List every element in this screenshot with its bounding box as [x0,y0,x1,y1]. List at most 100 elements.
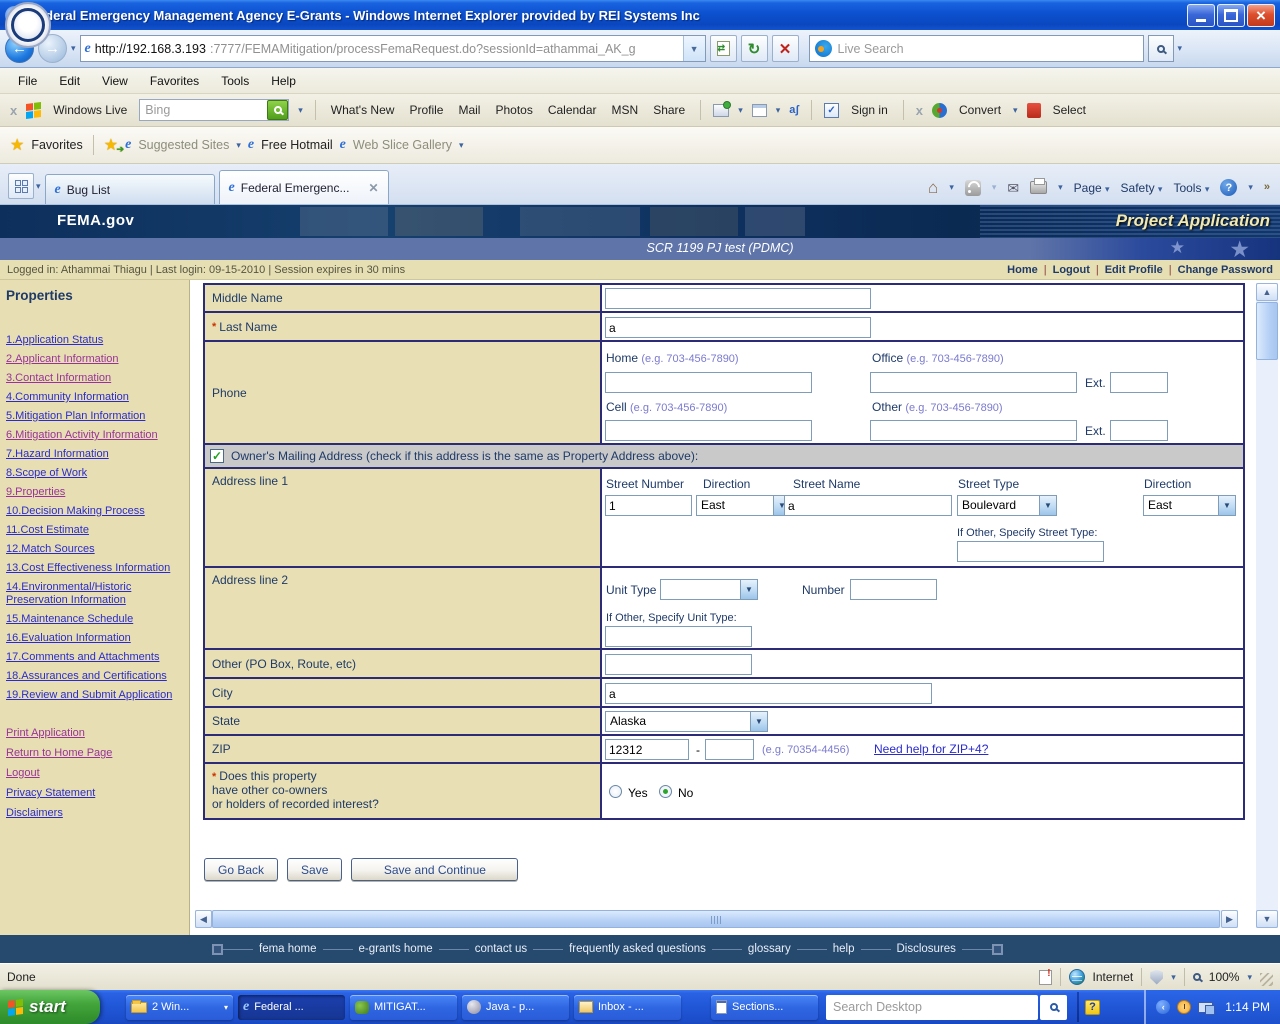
sidebar-link-privacy-statement[interactable]: Privacy Statement [6,787,184,800]
tab-list-dropdown-icon[interactable] [36,181,41,192]
sidebar-item-application-status[interactable]: 1.Application Status [6,334,184,347]
taskbar-item-mitigat[interactable]: MITIGAT... [350,995,457,1020]
header-link-home[interactable]: Home [1007,264,1038,276]
street-number-input[interactable] [605,495,692,516]
horizontal-scrollbar[interactable] [195,910,1238,928]
sign-in-link[interactable]: Sign in [848,103,891,117]
print-dropdown-icon[interactable] [1058,182,1063,193]
live-msn[interactable]: MSN [609,103,642,117]
grid-dropdown-icon[interactable] [776,105,781,116]
sidebar-item-hazard-information[interactable]: 7.Hazard Information [6,448,184,461]
tray-network-icon[interactable] [1198,1002,1213,1013]
middle-name-input[interactable] [605,288,871,309]
taskbar-item-inbox[interactable]: Inbox - ... [574,995,681,1020]
tab-close-icon[interactable] [368,181,378,195]
toolbar-close-icon[interactable] [916,103,923,118]
sidebar-item-scope-of-work[interactable]: 8.Scope of Work [6,467,184,480]
menu-view[interactable]: View [92,71,138,91]
if-other-street-type-input[interactable] [957,541,1104,562]
save-and-continue-button[interactable]: Save and Continue [351,858,518,881]
other-po-box-input[interactable] [605,654,752,675]
menu-help[interactable]: Help [261,71,306,91]
history-dropdown-icon[interactable] [71,43,76,54]
bing-dropdown-icon[interactable] [298,105,303,116]
sidebar-item-properties[interactable]: 9.Properties [6,486,184,499]
scroll-up-button[interactable] [1256,283,1278,301]
photo-dropdown-icon[interactable] [738,105,743,116]
sidebar-item-decision-making-process[interactable]: 10.Decision Making Process [6,505,184,518]
live-whats-new[interactable]: What's New [328,103,398,117]
coowners-no-radio[interactable] [659,785,672,798]
sidebar-item-mitigation-activity-information[interactable]: 6.Mitigation Activity Information [6,429,184,442]
sidebar-link-disclaimers[interactable]: Disclaimers [6,807,184,820]
desktop-search-button[interactable] [1040,995,1067,1020]
toolbar-close-icon[interactable] [10,103,17,118]
sidebar-link-return-home[interactable]: Return to Home Page [6,747,184,760]
convert-dropdown-icon[interactable] [1013,105,1018,116]
url-box[interactable]: http://192.168.3.193 :7777/FEMAMitigatio… [80,35,706,62]
help-icon[interactable] [1220,179,1237,196]
sidebar-link-print-application[interactable]: Print Application [6,727,184,740]
other-phone-input[interactable] [870,420,1077,441]
menu-favorites[interactable]: Favorites [140,71,209,91]
mailing-address-checkbox[interactable] [210,449,224,463]
taskbar-clock[interactable]: 1:14 PM [1225,1000,1270,1014]
page-menu-button[interactable]: Page [1074,181,1110,195]
add-favorite-icon[interactable] [104,135,118,155]
zip-input[interactable] [605,739,689,760]
sidebar-item-mitigation-plan-information[interactable]: 5.Mitigation Plan Information [6,410,184,423]
toolbar-overflow-icon[interactable] [1264,181,1270,193]
read-mail-icon[interactable] [1007,181,1019,195]
bing-go-button[interactable] [267,100,288,120]
protected-mode-icon[interactable] [1150,970,1163,985]
scroll-right-button[interactable] [1221,910,1238,928]
sidebar-link-logout[interactable]: Logout [6,767,184,780]
photo-pin-icon[interactable] [713,104,729,117]
tray-collapse-icon[interactable] [1156,1000,1170,1014]
sidebar-item-match-sources[interactable]: 12.Match Sources [6,543,184,556]
footer-link-faq[interactable]: frequently asked questions [563,943,712,955]
sidebar-item-contact-information[interactable]: 3.Contact Information [6,372,184,385]
city-input[interactable] [605,683,932,704]
menu-edit[interactable]: Edit [49,71,90,91]
menu-file[interactable]: File [8,71,47,91]
live-mail[interactable]: Mail [455,103,483,117]
footer-link-egrants-home[interactable]: e-grants home [353,943,439,955]
cell-phone-input[interactable] [605,420,812,441]
suggested-sites-link[interactable]: Suggested Sites [138,138,229,152]
rss-feed-icon[interactable] [965,180,981,196]
start-button[interactable]: start [0,990,100,1024]
go-back-button[interactable]: Go Back [204,858,278,881]
menu-tools[interactable]: Tools [211,71,259,91]
live-share[interactable]: Share [650,103,688,117]
footer-link-disclosures[interactable]: Disclosures [891,943,962,955]
sidebar-item-maintenance-schedule[interactable]: 15.Maintenance Schedule [6,613,184,626]
save-button[interactable]: Save [287,858,342,881]
state-select[interactable]: Alaska [605,711,768,732]
search-go-button[interactable] [1148,35,1174,62]
taskbar-item-windows-group[interactable]: 2 Win... [126,995,233,1020]
last-name-input[interactable] [605,317,871,338]
sidebar-item-evaluation-information[interactable]: 16.Evaluation Information [6,632,184,645]
safety-menu-button[interactable]: Safety [1121,181,1163,195]
quick-tabs-button[interactable] [8,173,34,199]
street-name-input[interactable] [784,495,952,516]
refresh-button[interactable] [741,35,768,62]
close-button[interactable] [1247,4,1275,27]
select-link[interactable]: Select [1050,103,1092,117]
desktop-search-input[interactable]: Search Desktop [826,995,1038,1020]
header-link-change-password[interactable]: Change Password [1178,264,1273,276]
sidebar-item-applicant-information[interactable]: 2.Applicant Information [6,353,184,366]
tab-federal-emergency[interactable]: Federal Emergenc... [219,170,389,204]
sidebar-item-cost-estimate[interactable]: 11.Cost Estimate [6,524,184,537]
live-calendar[interactable]: Calendar [545,103,600,117]
sidebar-item-assurances-and-certifications[interactable]: 18.Assurances and Certifications [6,670,184,683]
vertical-scroll-thumb[interactable] [1256,302,1278,360]
header-link-edit-profile[interactable]: Edit Profile [1105,264,1163,276]
sidebar-item-review-and-submit[interactable]: 19.Review and Submit Application [6,689,184,702]
sidebar-item-cost-effectiveness-information[interactable]: 13.Cost Effectiveness Information [6,562,184,575]
taskbar-item-java[interactable]: Java - p... [462,995,569,1020]
header-link-logout[interactable]: Logout [1053,264,1090,276]
protected-mode-dropdown-icon[interactable] [1171,972,1176,983]
sidebar-item-comments-and-attachments[interactable]: 17.Comments and Attachments [6,651,184,664]
